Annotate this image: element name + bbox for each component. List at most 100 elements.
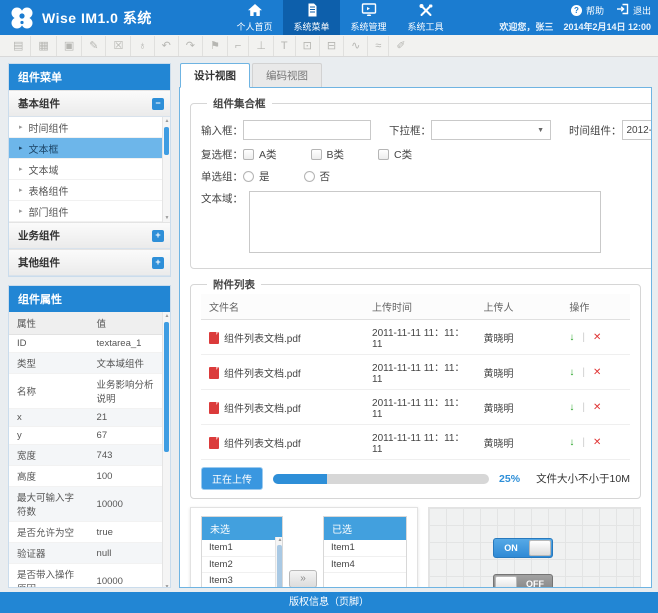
preview-icon[interactable]: ♁ [130,36,153,56]
main-area: 设计视图 编码视图 组件集合框 输入框： 下拉框： ▼ 时间组件： 2012-0… [179,63,652,588]
unselected-item-Item2[interactable]: Item2 [202,557,275,574]
chart-icon[interactable]: ⊥ [248,36,273,56]
download-icon[interactable]: ↓ [569,437,574,448]
page-footer: 版权信息（页脚） [0,592,658,613]
component-menu-panel: 组件菜单 基本组件 − ▸时间组件▸文本框▸文本域▸表格组件▸部门组件 ▲ ▼ … [8,63,171,277]
selected-item-Item4[interactable]: Item4 [324,557,406,574]
expand-icon[interactable]: + [152,230,164,242]
scroll-up-icon[interactable]: ▲ [163,118,171,124]
radio-icon[interactable] [304,171,315,182]
nav-item-system-manage[interactable]: 系统管理 [340,0,397,35]
accordion-label: 基本组件 [18,96,60,111]
expand-icon[interactable]: + [152,257,164,269]
sidebar-item-表格组件[interactable]: ▸表格组件 [9,180,162,201]
upload-progress-track [273,474,489,484]
checkbox-icon[interactable] [243,149,254,160]
download-icon[interactable]: ↓ [569,402,574,413]
selected-item-Item1[interactable]: Item1 [324,540,406,557]
help-link[interactable]: ? 帮助 [571,4,604,17]
nav-item-home[interactable]: 个人首页 [226,0,283,35]
new-file-icon[interactable]: ▤ [6,36,30,56]
scrollbar-thumb[interactable] [277,545,282,588]
nav-item-system-menu[interactable]: 系统菜单 [283,0,340,35]
move-right-button[interactable]: » [289,570,317,588]
prop-value: 10000 [89,564,162,589]
scroll-up-icon[interactable]: ▲ [276,537,284,543]
unselected-scrollbar[interactable]: ▲ ▼ [275,537,282,588]
prop-value: 21 [89,409,162,427]
scroll-down-icon[interactable]: ▼ [163,584,170,588]
text-input[interactable] [243,120,371,140]
radio-option-是[interactable]: 是 [243,169,270,184]
sidebar-item-文本域[interactable]: ▸文本域 [9,159,162,180]
tab-design-view[interactable]: 设计视图 [180,63,250,88]
col-filename: 文件名 [201,294,364,320]
page-body: 组件菜单 基本组件 − ▸时间组件▸文本框▸文本域▸表格组件▸部门组件 ▲ ▼ … [0,57,658,592]
accordion-basic-components[interactable]: 基本组件 − [9,90,170,117]
tab-code-view[interactable]: 编码视图 [252,63,322,87]
checkbox-option-C类[interactable]: C类 [378,147,412,162]
textarea-field[interactable] [249,191,601,253]
radio-group: 是否 [243,169,364,184]
nav-item-system-tools[interactable]: 系统工具 [397,0,454,35]
curve-icon[interactable]: ≈ [367,36,388,56]
unselected-item-Item3[interactable]: Item3 [202,573,275,588]
delete-icon[interactable]: ✕ [593,402,601,413]
checkbox-option-A类[interactable]: A类 [243,147,277,162]
sidebar-item-时间组件[interactable]: ▸时间组件 [9,117,162,138]
scroll-up-icon[interactable]: ▲ [163,313,170,319]
flag-icon[interactable]: ⚑ [202,36,227,56]
checkbox-icon[interactable] [378,149,389,160]
delete-icon[interactable]: ✕ [593,367,601,378]
prop-name: 类型 [9,353,89,374]
delete-icon[interactable]: ☒ [105,36,130,56]
checkbox-label: A类 [259,147,277,162]
scroll-down-icon[interactable]: ▼ [163,215,171,221]
toggle-on[interactable]: ON [493,538,553,558]
undo-icon[interactable]: ↶ [154,36,178,56]
panel-icon[interactable]: ⊟ [319,36,343,56]
scrollbar-thumb[interactable] [164,127,169,155]
checkbox-option-B类[interactable]: B类 [311,147,345,162]
checkbox-icon[interactable] [311,149,322,160]
line-icon[interactable]: ∿ [343,36,367,56]
layout-icon[interactable]: ⌐ [227,36,248,56]
radio-option-否[interactable]: 否 [304,169,331,184]
sidebar-item-部门组件[interactable]: ▸部门组件 [9,201,162,222]
attachment-row: 组件列表文档.pdf2011-11-11 11：11：11黄晓明↓|✕ [201,320,630,355]
collapse-icon[interactable]: − [152,98,164,110]
download-icon[interactable]: ↓ [569,332,574,343]
props-scrollbar[interactable]: ▲ ▼ [162,312,170,588]
toggle-off[interactable]: OFF [493,574,553,588]
save-icon[interactable]: ▣ [56,36,81,56]
redo-icon[interactable]: ↷ [178,36,202,56]
scrollbar-thumb[interactable] [164,322,169,452]
radio-icon[interactable] [243,171,254,182]
unselected-item-Item1[interactable]: Item1 [202,540,275,557]
open-folder-icon[interactable]: ▦ [30,36,55,56]
sidebar-item-文本框[interactable]: ▸文本框 [9,138,162,159]
accordion-business-components[interactable]: 业务组件 + [9,222,170,249]
action-separator: | [582,332,585,343]
accordion-other-components[interactable]: 其他组件 + [9,249,170,276]
attachment-row: 组件列表文档.pdf2011-11-11 11：11：11黄晓明↓|✕ [201,425,630,460]
text-icon[interactable]: T [273,36,295,56]
select-label: 下拉框： [389,123,431,138]
logout-link[interactable]: 退出 [616,3,651,17]
attachment-actions: ↓|✕ [561,355,630,390]
component-list-scrollbar[interactable]: ▲ ▼ [162,117,170,222]
delete-icon[interactable]: ✕ [593,437,601,448]
uploading-button[interactable]: 正在上传 [201,467,263,490]
move-buttons: » « [289,516,317,588]
edit-icon[interactable]: ✎ [81,36,105,56]
prop-row: 高度100 [9,466,162,487]
delete-icon[interactable]: ✕ [593,332,601,343]
dropdown-select[interactable]: ▼ [431,120,551,140]
download-icon[interactable]: ↓ [569,367,574,378]
prop-row: IDtextarea_1 [9,335,162,353]
pencil-icon[interactable]: ✐ [388,36,412,56]
date-input[interactable]: 2012-07-01 [622,120,653,140]
prop-row: 验证器null [9,543,162,564]
component-icon[interactable]: ⊡ [295,36,319,56]
prop-name: x [9,409,89,427]
